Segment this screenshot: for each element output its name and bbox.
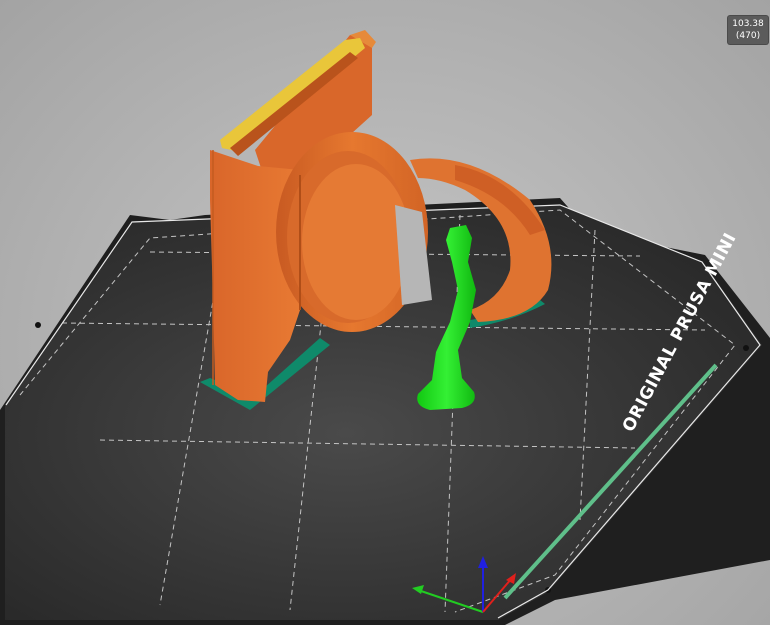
- layer-number-value: (470): [735, 31, 761, 41]
- 3d-preview-viewport[interactable]: ORIGINAL PRUSA MINI: [0, 0, 770, 625]
- layer-height-value: 103.38: [732, 19, 764, 29]
- layer-height-indicator[interactable]: 103.38 (470): [728, 16, 768, 44]
